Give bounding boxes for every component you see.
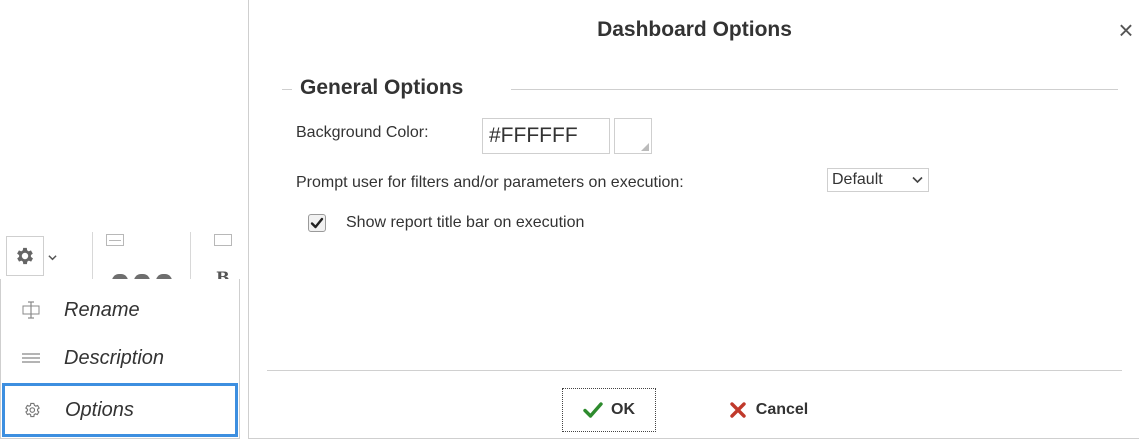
prompt-filters-label: Prompt user for filters and/or parameter… bbox=[296, 174, 684, 191]
show-title-bar-label: Show report title bar on execution bbox=[346, 214, 585, 231]
dialog-title: Dashboard Options bbox=[597, 18, 792, 41]
toolbar-divider bbox=[190, 232, 191, 280]
gear-dropdown-menu: Rename Description Options bbox=[0, 279, 240, 439]
cancel-button[interactable]: Cancel bbox=[704, 388, 834, 432]
menu-item-description[interactable]: Description bbox=[1, 335, 239, 381]
close-icon bbox=[730, 402, 746, 418]
ok-button-label: OK bbox=[611, 401, 635, 418]
close-icon[interactable]: × bbox=[1114, 17, 1138, 43]
menu-item-rename[interactable]: Rename bbox=[1, 287, 239, 333]
fieldset-border bbox=[511, 89, 1118, 90]
menu-item-options[interactable]: Options bbox=[2, 383, 238, 437]
menu-item-label: Description bbox=[64, 346, 165, 369]
color-picker-swatch[interactable] bbox=[614, 118, 652, 154]
prompt-select-value: Default bbox=[832, 171, 883, 188]
background-color-input[interactable] bbox=[482, 118, 610, 154]
menu-item-label: Options bbox=[65, 398, 134, 421]
prompt-filters-select[interactable]: Default bbox=[827, 168, 929, 192]
chevron-down-icon bbox=[912, 176, 923, 184]
rename-icon bbox=[22, 301, 40, 319]
toolbar-divider bbox=[92, 232, 93, 280]
description-icon bbox=[22, 349, 40, 367]
cancel-button-label: Cancel bbox=[755, 401, 809, 418]
footer-divider bbox=[267, 370, 1122, 371]
checkmark-icon bbox=[583, 402, 603, 418]
ok-button[interactable]: OK bbox=[562, 388, 656, 432]
chevron-down-icon[interactable] bbox=[48, 253, 57, 262]
section-title: General Options bbox=[300, 76, 464, 99]
gear-outline-icon bbox=[23, 401, 41, 419]
gear-icon bbox=[17, 247, 33, 265]
background-color-label: Background Color: bbox=[296, 124, 429, 141]
toolbar-partial-icon bbox=[214, 234, 232, 246]
swatch-corner-icon bbox=[641, 143, 649, 151]
menu-item-label: Rename bbox=[64, 298, 140, 321]
dashboard-options-dialog: Dashboard Options × General Options Back… bbox=[248, 0, 1139, 439]
fieldset-border bbox=[282, 89, 292, 90]
toolbar-partial-icon bbox=[106, 234, 124, 246]
gear-menu-button[interactable] bbox=[6, 236, 44, 276]
show-title-bar-checkbox[interactable] bbox=[308, 214, 326, 232]
checkmark-icon bbox=[310, 217, 324, 229]
